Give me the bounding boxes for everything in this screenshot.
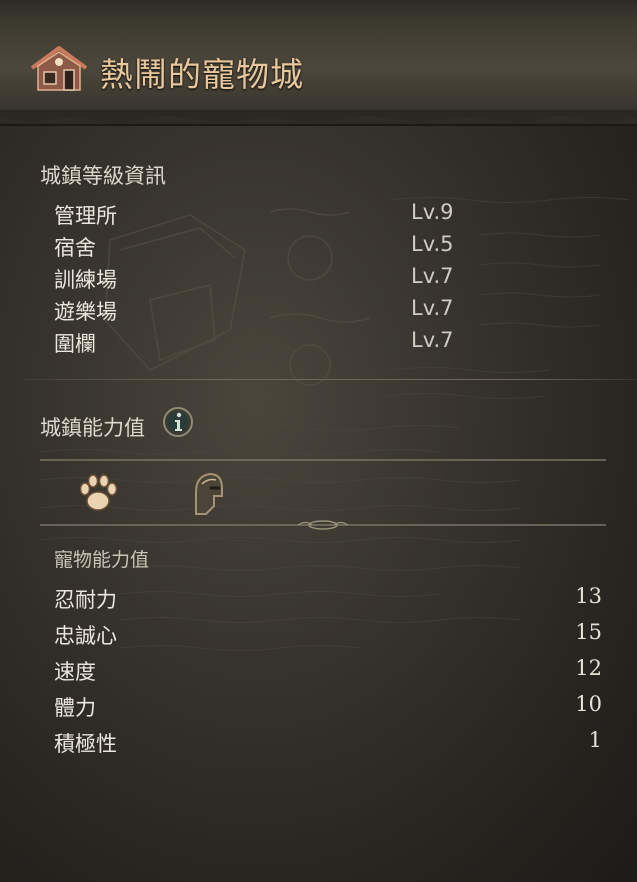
pet-ability-heading: 寵物能力值 xyxy=(54,549,150,571)
stat-value: 1 xyxy=(588,728,602,752)
building-level: Lv.5 xyxy=(411,232,454,256)
helmet-icon[interactable] xyxy=(188,470,228,518)
stat-row: 體力 10 xyxy=(54,692,602,722)
page-title: 熱鬧的寵物城 xyxy=(100,55,304,94)
building-level: Lv.7 xyxy=(411,296,454,320)
banner-torn-edge xyxy=(0,110,637,123)
building-level: Lv.7 xyxy=(411,264,454,288)
building-row: 遊樂場 Lv.7 xyxy=(54,296,602,326)
stat-name: 速度 xyxy=(54,660,96,684)
building-row: 訓練場 Lv.7 xyxy=(54,264,602,294)
building-name: 管理所 xyxy=(54,204,117,228)
stat-name: 體力 xyxy=(54,696,96,720)
town-ability-heading: 城鎮能力值 xyxy=(40,416,145,440)
stat-name: 忠誠心 xyxy=(54,624,117,648)
info-icon[interactable] xyxy=(162,406,194,438)
building-name: 遊樂場 xyxy=(54,300,117,324)
ability-icon-panel xyxy=(40,459,606,530)
stat-row: 速度 12 xyxy=(54,656,602,686)
section-divider xyxy=(24,379,637,380)
title-banner xyxy=(0,0,637,126)
stat-row: 忠誠心 15 xyxy=(54,620,602,650)
building-level: Lv.7 xyxy=(411,328,454,352)
building-name: 訓練場 xyxy=(54,268,117,292)
building-row: 宿舍 Lv.5 xyxy=(54,232,602,262)
stat-row: 忍耐力 13 xyxy=(54,584,602,614)
building-row: 管理所 Lv.9 xyxy=(54,200,602,230)
building-name: 宿舍 xyxy=(54,236,96,260)
town-level-heading: 城鎮等級資訊 xyxy=(40,164,166,188)
stat-row: 積極性 1 xyxy=(54,728,602,758)
building-row: 圍欄 Lv.7 xyxy=(54,328,602,358)
stat-value: 10 xyxy=(575,692,602,716)
stat-name: 忍耐力 xyxy=(54,588,117,612)
building-level: Lv.9 xyxy=(411,200,454,224)
building-name: 圍欄 xyxy=(54,332,96,356)
paw-icon[interactable] xyxy=(76,472,120,516)
house-icon xyxy=(30,46,88,91)
stat-value: 13 xyxy=(575,584,602,608)
stat-value: 15 xyxy=(575,620,602,644)
stat-value: 12 xyxy=(575,656,602,680)
stat-name: 積極性 xyxy=(54,732,117,756)
